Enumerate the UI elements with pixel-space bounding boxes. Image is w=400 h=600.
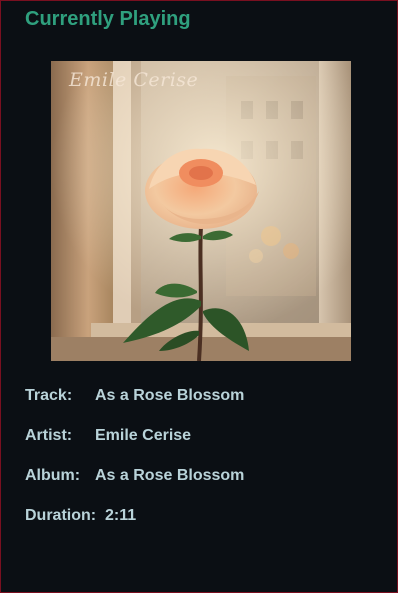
cover-artist-text: Emile Cerise — [69, 69, 199, 91]
album-row: Album: As a Rose Blossom — [25, 466, 244, 486]
album-cover-art: Emile Cerise — [51, 61, 351, 361]
artist-row: Artist: Emile Cerise — [25, 426, 191, 446]
duration-row: Duration: 2:11 — [25, 506, 136, 526]
artist-value: Emile Cerise — [95, 427, 192, 444]
rose-window-artwork — [51, 61, 351, 361]
duration-label: Duration: — [25, 507, 97, 524]
page-title: Currently Playing — [25, 8, 191, 30]
track-label: Track: — [25, 387, 73, 404]
duration-value: 2:11 — [105, 507, 137, 524]
artist-label: Artist: — [25, 427, 73, 444]
track-row: Track: As a Rose Blossom — [25, 386, 244, 406]
album-label: Album: — [25, 467, 81, 484]
album-value: As a Rose Blossom — [95, 467, 245, 484]
now-playing-panel: Currently Playing Emile Cerise Track: As… — [0, 0, 398, 593]
track-value: As a Rose Blossom — [95, 387, 245, 404]
